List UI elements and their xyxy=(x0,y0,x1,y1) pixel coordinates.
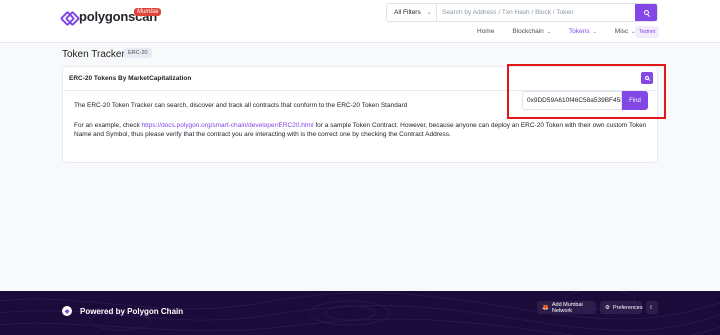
footer-brand[interactable]: ◆ Powered by Polygon Chain xyxy=(62,306,183,316)
nav-blockchain[interactable]: Blockchain ⌄ xyxy=(512,28,551,35)
global-search: All Filters ⌄ xyxy=(386,3,658,22)
card-note: For an example, check https://docs.polyg… xyxy=(74,121,657,139)
chevron-down-icon: ⌄ xyxy=(546,28,551,35)
note-prefix: For an example, check xyxy=(74,122,142,129)
search-button[interactable] xyxy=(635,4,657,21)
site-header: polygonscan Mumbai All Filters ⌄ Home Bl… xyxy=(0,0,720,43)
fox-icon: 🦊 xyxy=(542,304,549,311)
nav-home[interactable]: Home xyxy=(477,28,494,35)
filter-label: All Filters xyxy=(394,9,421,16)
chevron-down-icon: ⌄ xyxy=(426,10,432,16)
logo-icon xyxy=(62,11,75,23)
add-network-label: Add Mumbai Network xyxy=(551,301,583,314)
nav-tokens[interactable]: Tokens ⌄ xyxy=(569,28,597,35)
network-badge: Mumbai xyxy=(134,8,162,16)
logo-icon: ◆ xyxy=(62,306,72,316)
add-network-button[interactable]: 🦊 Add Mumbai Network xyxy=(537,301,596,314)
card-description: The ERC-20 Token Tracker can search, dis… xyxy=(74,102,408,109)
nav-misc[interactable]: Misc ⌄ xyxy=(615,28,636,35)
nav-home-label: Home xyxy=(477,28,495,35)
search-input[interactable] xyxy=(437,4,635,21)
search-filter-select[interactable]: All Filters ⌄ xyxy=(387,4,437,21)
theme-toggle-button[interactable]: ☾ xyxy=(646,301,658,314)
main-nav: Home Blockchain ⌄ Tokens ⌄ Misc ⌄ xyxy=(477,28,653,35)
nav-blockchain-label: Blockchain xyxy=(512,28,544,35)
token-standard-badge: ERC-20 xyxy=(124,48,152,58)
chevron-down-icon: ⌄ xyxy=(592,28,597,35)
preferences-button[interactable]: ⚙ Preferences xyxy=(600,301,643,314)
site-footer: ◆ Powered by Polygon Chain 🦊 Add Mumbai … xyxy=(0,291,720,335)
card-heading: ERC-20 Tokens By MarketCapitalization xyxy=(69,75,192,82)
testnet-badge[interactable]: Testnet xyxy=(635,26,660,38)
preferences-label: Preferences xyxy=(612,304,643,311)
highlight-box xyxy=(507,64,666,119)
page-title: Token Tracker xyxy=(62,49,125,60)
search-icon xyxy=(643,10,649,15)
nav-tokens-label: Tokens xyxy=(568,28,590,35)
gear-icon: ⚙ xyxy=(605,304,610,311)
footer-brand-text: Powered by Polygon Chain xyxy=(80,306,184,316)
moon-icon: ☾ xyxy=(649,304,655,311)
erc20-docs-link[interactable]: https://docs.polygon.org/smart-chain/dev… xyxy=(142,122,314,129)
nav-misc-label: Misc xyxy=(614,28,629,35)
